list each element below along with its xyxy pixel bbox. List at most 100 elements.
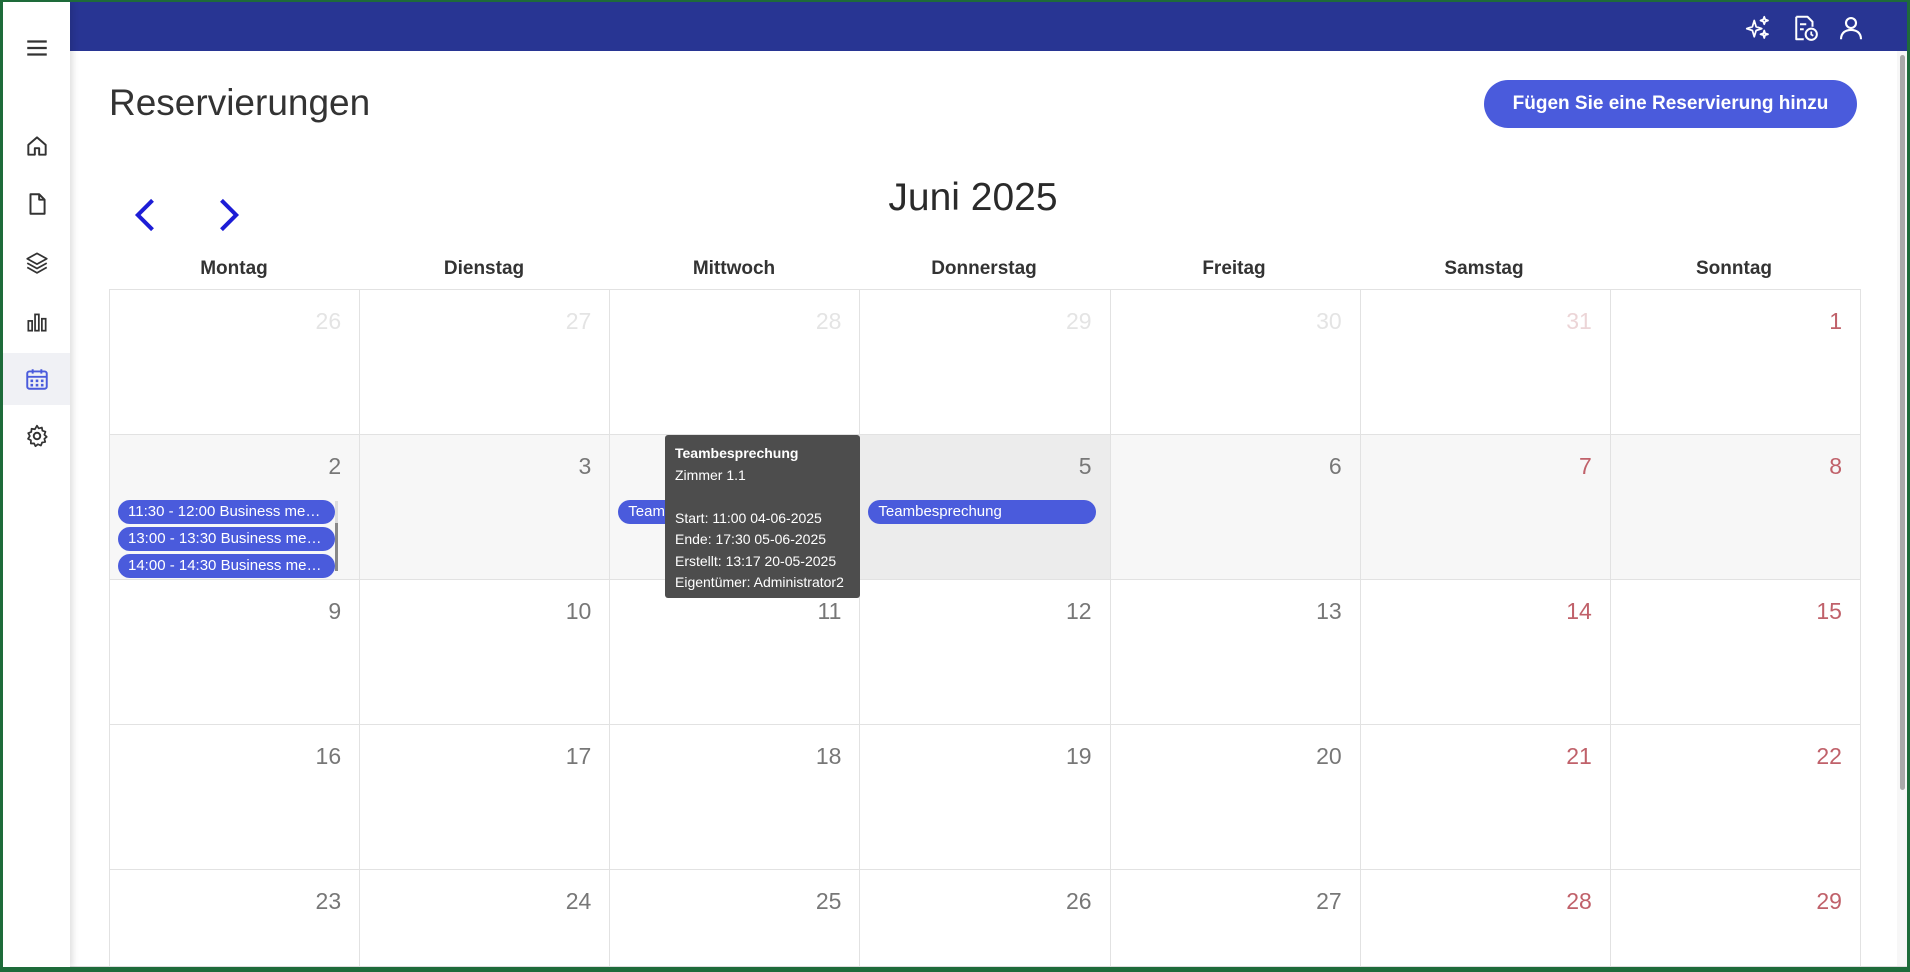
day-number: 11 [817, 598, 842, 624]
calendar-day-cell[interactable]: 10 [360, 580, 611, 725]
calendar-day-cell[interactable]: 25 [610, 870, 861, 967]
tooltip-spacer [675, 486, 850, 508]
day-number: 31 [1566, 308, 1592, 334]
weekday-saturday: Samstag [1444, 258, 1524, 279]
calendar-day-cell[interactable]: 20 [1110, 725, 1361, 870]
home-icon [26, 136, 47, 156]
calendar-day-cell[interactable]: 1 [1610, 290, 1861, 435]
calendar-day-cell[interactable]: 26 [110, 290, 361, 435]
day-number: 25 [815, 888, 842, 914]
day-number: 24 [565, 888, 592, 914]
user-account-icon [1839, 16, 1863, 40]
add-reservation-button[interactable]: Fügen Sie eine Reservierung hinzu [1484, 80, 1857, 128]
day-number: 2 [328, 453, 342, 479]
calendar-day-cell[interactable]: 27 [1110, 870, 1361, 967]
calendar-day-cell[interactable]: 5 Teambesprechung [860, 435, 1111, 580]
day-number: 23 [315, 888, 342, 914]
day-number: 16 [315, 743, 342, 769]
tooltip-end: Ende: 17:30 05-06-2025 [675, 531, 827, 547]
user-account-button[interactable] [1835, 12, 1867, 44]
sidebar-item-settings[interactable] [3, 410, 70, 462]
day-number: 26 [315, 308, 342, 334]
tooltip-room: Zimmer 1.1 [675, 466, 746, 483]
calendar-day-cell[interactable]: 2 11:30 - 12:00 Business meeting 13:00 -… [110, 435, 361, 580]
calendar-day-cell[interactable]: 12 [860, 580, 1111, 725]
calendar-day-cell[interactable]: 7 [1360, 435, 1611, 580]
calendar-day-cell[interactable]: 26 [860, 870, 1111, 967]
top-app-bar [70, 2, 1907, 51]
ai-sparkle-icon [1745, 15, 1769, 39]
report-button[interactable] [1789, 12, 1821, 44]
next-month-button[interactable] [202, 190, 252, 240]
calendar-day-cell[interactable]: 13 [1110, 580, 1361, 725]
sidebar-item-statistics[interactable] [3, 296, 70, 348]
calendar-day-cell[interactable]: 14 [1360, 580, 1611, 725]
day-number: 27 [1316, 888, 1342, 914]
month-label: Juni 2025 [888, 176, 1058, 219]
event-chip[interactable]: Teambesprechung [868, 500, 1096, 524]
calendar-day-cell[interactable]: 6 [1110, 435, 1361, 580]
hamburger-menu-icon [26, 40, 47, 56]
calendar-day-cell[interactable]: 17 [360, 725, 611, 870]
tooltip-start: Start: 11:00 04-06-2025 [675, 509, 822, 526]
chevron-left-icon [134, 198, 154, 232]
previous-month-button[interactable] [122, 190, 172, 240]
calendar-day-cell[interactable]: 31 [1360, 290, 1611, 435]
event-chip[interactable]: 13:00 - 13:30 Business meeting [118, 527, 336, 551]
day-number: 21 [1566, 743, 1592, 769]
day-number: 18 [815, 743, 842, 769]
calendar-day-cell[interactable]: 22 [1610, 725, 1861, 870]
day-number: 3 [578, 453, 592, 479]
day-number: 7 [1579, 453, 1592, 479]
calendar-day-cell[interactable]: 9 [110, 580, 361, 725]
calendar-day-cell[interactable]: 16 [110, 725, 361, 870]
page-scroll-thumb[interactable] [1900, 55, 1905, 790]
calendar-day-cell[interactable]: 28 [610, 290, 861, 435]
sidebar-item-documents[interactable] [3, 178, 70, 230]
menu-button[interactable] [3, 22, 70, 74]
page-scrollbar[interactable] [1897, 51, 1907, 967]
calendar-day-cell[interactable]: 28 [1360, 870, 1611, 967]
sidebar-item-home[interactable] [3, 120, 70, 172]
calendar-day-cell[interactable]: 3 [360, 435, 611, 580]
day-number: 27 [565, 308, 592, 334]
weekday-tuesday: Dienstag [443, 258, 525, 279]
ai-assistant-button[interactable] [1742, 12, 1774, 44]
tooltip-title: Teambesprechung [675, 445, 799, 461]
calendar-day-cell[interactable]: 30 [1110, 290, 1361, 435]
event-chip[interactable]: 11:30 - 12:00 Business meeting [118, 500, 336, 524]
calendar-day-cell[interactable]: 21 [1360, 725, 1611, 870]
calendar-day-cell[interactable]: 23 [110, 870, 361, 967]
calendar-day-cell[interactable]: 11 [610, 580, 861, 725]
day-number: 10 [565, 598, 592, 624]
event-list-scroll-thumb[interactable] [335, 523, 339, 571]
calendar-day-cell[interactable]: 29 [1610, 870, 1861, 967]
sidebar-item-calendar[interactable] [3, 353, 70, 405]
sidebar-item-layers[interactable] [3, 236, 70, 288]
calendar-day-cell[interactable]: 8 [1610, 435, 1861, 580]
day-number: 22 [1816, 743, 1842, 769]
calendar-day-cell[interactable]: 15 [1610, 580, 1861, 725]
day-number: 5 [1078, 453, 1092, 479]
layers-icon [25, 252, 48, 274]
document-icon [29, 193, 46, 215]
calendar-grid: 26 27 28 29 30 31 1 2 11:30 - 12:00 Busi… [109, 289, 1861, 967]
event-chip[interactable]: 14:00 - 14:30 Business meeting [118, 554, 336, 578]
calendar-day-cell[interactable]: 19 [860, 725, 1111, 870]
gear-icon [26, 424, 48, 448]
calendar-day-cell[interactable]: 29 [860, 290, 1111, 435]
day-number: 14 [1566, 598, 1592, 624]
weekday-monday: Montag [200, 258, 268, 279]
day-number: 1 [1829, 308, 1842, 334]
day-number: 8 [1829, 453, 1842, 479]
weekday-wednesday: Mittwoch [692, 258, 776, 279]
app-window: Reservierungen Fügen Sie eine Reservieru… [3, 2, 1907, 967]
report-clock-icon [1795, 15, 1818, 41]
calendar-day-cell[interactable]: 27 [360, 290, 611, 435]
day-number: 17 [565, 743, 592, 769]
bar-chart-icon [26, 313, 47, 332]
weekday-header-row: Montag Dienstag Mittwoch Donnerstag Frei… [109, 258, 1859, 288]
calendar-day-cell[interactable]: 18 [610, 725, 861, 870]
calendar-day-cell[interactable]: 24 [360, 870, 611, 967]
day-number: 12 [1065, 598, 1092, 624]
